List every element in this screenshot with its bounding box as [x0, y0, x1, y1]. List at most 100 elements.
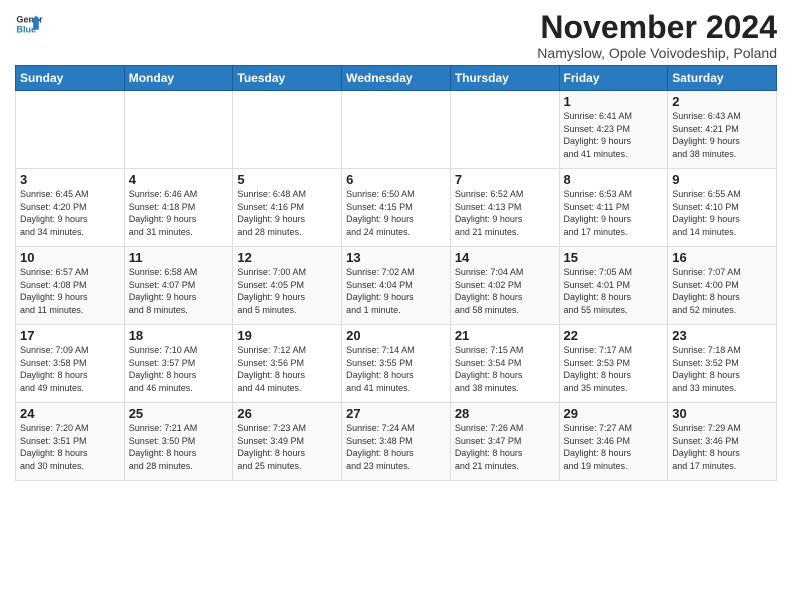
- day-info: Sunrise: 7:04 AM Sunset: 4:02 PM Dayligh…: [455, 266, 555, 316]
- day-info: Sunrise: 6:55 AM Sunset: 4:10 PM Dayligh…: [672, 188, 772, 238]
- day-cell: 22Sunrise: 7:17 AM Sunset: 3:53 PM Dayli…: [559, 325, 668, 403]
- day-cell: 8Sunrise: 6:53 AM Sunset: 4:11 PM Daylig…: [559, 169, 668, 247]
- col-header-monday: Monday: [124, 66, 233, 91]
- day-info: Sunrise: 7:07 AM Sunset: 4:00 PM Dayligh…: [672, 266, 772, 316]
- day-cell: 3Sunrise: 6:45 AM Sunset: 4:20 PM Daylig…: [16, 169, 125, 247]
- day-info: Sunrise: 6:41 AM Sunset: 4:23 PM Dayligh…: [564, 110, 664, 160]
- col-header-friday: Friday: [559, 66, 668, 91]
- week-row-1: 3Sunrise: 6:45 AM Sunset: 4:20 PM Daylig…: [16, 169, 777, 247]
- day-number: 14: [455, 250, 555, 265]
- day-number: 10: [20, 250, 120, 265]
- calendar-table: SundayMondayTuesdayWednesdayThursdayFrid…: [15, 65, 777, 481]
- day-cell: 5Sunrise: 6:48 AM Sunset: 4:16 PM Daylig…: [233, 169, 342, 247]
- day-cell: 23Sunrise: 7:18 AM Sunset: 3:52 PM Dayli…: [668, 325, 777, 403]
- day-cell: 6Sunrise: 6:50 AM Sunset: 4:15 PM Daylig…: [342, 169, 451, 247]
- day-cell: 25Sunrise: 7:21 AM Sunset: 3:50 PM Dayli…: [124, 403, 233, 481]
- week-row-0: 1Sunrise: 6:41 AM Sunset: 4:23 PM Daylig…: [16, 91, 777, 169]
- day-cell: 20Sunrise: 7:14 AM Sunset: 3:55 PM Dayli…: [342, 325, 451, 403]
- day-cell: 18Sunrise: 7:10 AM Sunset: 3:57 PM Dayli…: [124, 325, 233, 403]
- day-number: 18: [129, 328, 229, 343]
- day-info: Sunrise: 7:18 AM Sunset: 3:52 PM Dayligh…: [672, 344, 772, 394]
- day-number: 28: [455, 406, 555, 421]
- day-info: Sunrise: 7:23 AM Sunset: 3:49 PM Dayligh…: [237, 422, 337, 472]
- day-info: Sunrise: 7:15 AM Sunset: 3:54 PM Dayligh…: [455, 344, 555, 394]
- day-number: 4: [129, 172, 229, 187]
- day-number: 13: [346, 250, 446, 265]
- day-cell: 24Sunrise: 7:20 AM Sunset: 3:51 PM Dayli…: [16, 403, 125, 481]
- day-number: 12: [237, 250, 337, 265]
- day-info: Sunrise: 6:52 AM Sunset: 4:13 PM Dayligh…: [455, 188, 555, 238]
- day-number: 17: [20, 328, 120, 343]
- page-container: General Blue November 2024 Namyslow, Opo…: [0, 0, 792, 486]
- day-number: 7: [455, 172, 555, 187]
- day-number: 2: [672, 94, 772, 109]
- day-cell: [450, 91, 559, 169]
- day-number: 5: [237, 172, 337, 187]
- day-number: 24: [20, 406, 120, 421]
- day-cell: 10Sunrise: 6:57 AM Sunset: 4:08 PM Dayli…: [16, 247, 125, 325]
- day-info: Sunrise: 7:21 AM Sunset: 3:50 PM Dayligh…: [129, 422, 229, 472]
- day-number: 29: [564, 406, 664, 421]
- day-cell: 14Sunrise: 7:04 AM Sunset: 4:02 PM Dayli…: [450, 247, 559, 325]
- day-info: Sunrise: 6:53 AM Sunset: 4:11 PM Dayligh…: [564, 188, 664, 238]
- week-row-2: 10Sunrise: 6:57 AM Sunset: 4:08 PM Dayli…: [16, 247, 777, 325]
- day-info: Sunrise: 7:17 AM Sunset: 3:53 PM Dayligh…: [564, 344, 664, 394]
- day-number: 19: [237, 328, 337, 343]
- col-header-saturday: Saturday: [668, 66, 777, 91]
- day-cell: 17Sunrise: 7:09 AM Sunset: 3:58 PM Dayli…: [16, 325, 125, 403]
- day-info: Sunrise: 6:46 AM Sunset: 4:18 PM Dayligh…: [129, 188, 229, 238]
- day-number: 30: [672, 406, 772, 421]
- day-number: 16: [672, 250, 772, 265]
- day-cell: 9Sunrise: 6:55 AM Sunset: 4:10 PM Daylig…: [668, 169, 777, 247]
- day-info: Sunrise: 7:27 AM Sunset: 3:46 PM Dayligh…: [564, 422, 664, 472]
- logo-icon: General Blue: [15, 10, 43, 38]
- day-info: Sunrise: 7:26 AM Sunset: 3:47 PM Dayligh…: [455, 422, 555, 472]
- day-cell: 4Sunrise: 6:46 AM Sunset: 4:18 PM Daylig…: [124, 169, 233, 247]
- calendar-header: SundayMondayTuesdayWednesdayThursdayFrid…: [16, 66, 777, 91]
- day-number: 6: [346, 172, 446, 187]
- day-number: 8: [564, 172, 664, 187]
- day-cell: 13Sunrise: 7:02 AM Sunset: 4:04 PM Dayli…: [342, 247, 451, 325]
- col-header-tuesday: Tuesday: [233, 66, 342, 91]
- week-row-4: 24Sunrise: 7:20 AM Sunset: 3:51 PM Dayli…: [16, 403, 777, 481]
- day-number: 15: [564, 250, 664, 265]
- day-info: Sunrise: 7:00 AM Sunset: 4:05 PM Dayligh…: [237, 266, 337, 316]
- day-number: 27: [346, 406, 446, 421]
- day-number: 3: [20, 172, 120, 187]
- day-cell: 11Sunrise: 6:58 AM Sunset: 4:07 PM Dayli…: [124, 247, 233, 325]
- day-info: Sunrise: 7:24 AM Sunset: 3:48 PM Dayligh…: [346, 422, 446, 472]
- day-info: Sunrise: 6:50 AM Sunset: 4:15 PM Dayligh…: [346, 188, 446, 238]
- day-info: Sunrise: 6:57 AM Sunset: 4:08 PM Dayligh…: [20, 266, 120, 316]
- day-cell: 21Sunrise: 7:15 AM Sunset: 3:54 PM Dayli…: [450, 325, 559, 403]
- title-block: November 2024 Namyslow, Opole Voivodeshi…: [537, 10, 777, 61]
- day-number: 26: [237, 406, 337, 421]
- day-cell: 28Sunrise: 7:26 AM Sunset: 3:47 PM Dayli…: [450, 403, 559, 481]
- day-number: 21: [455, 328, 555, 343]
- day-cell: 16Sunrise: 7:07 AM Sunset: 4:00 PM Dayli…: [668, 247, 777, 325]
- day-info: Sunrise: 7:05 AM Sunset: 4:01 PM Dayligh…: [564, 266, 664, 316]
- day-number: 22: [564, 328, 664, 343]
- day-cell: 29Sunrise: 7:27 AM Sunset: 3:46 PM Dayli…: [559, 403, 668, 481]
- col-header-thursday: Thursday: [450, 66, 559, 91]
- day-info: Sunrise: 6:58 AM Sunset: 4:07 PM Dayligh…: [129, 266, 229, 316]
- day-info: Sunrise: 7:09 AM Sunset: 3:58 PM Dayligh…: [20, 344, 120, 394]
- day-cell: 2Sunrise: 6:43 AM Sunset: 4:21 PM Daylig…: [668, 91, 777, 169]
- day-cell: 30Sunrise: 7:29 AM Sunset: 3:46 PM Dayli…: [668, 403, 777, 481]
- day-cell: 12Sunrise: 7:00 AM Sunset: 4:05 PM Dayli…: [233, 247, 342, 325]
- day-cell: [342, 91, 451, 169]
- day-info: Sunrise: 7:10 AM Sunset: 3:57 PM Dayligh…: [129, 344, 229, 394]
- day-cell: 27Sunrise: 7:24 AM Sunset: 3:48 PM Dayli…: [342, 403, 451, 481]
- day-info: Sunrise: 7:12 AM Sunset: 3:56 PM Dayligh…: [237, 344, 337, 394]
- month-title: November 2024: [537, 10, 777, 45]
- day-cell: [233, 91, 342, 169]
- col-header-wednesday: Wednesday: [342, 66, 451, 91]
- header-row: SundayMondayTuesdayWednesdayThursdayFrid…: [16, 66, 777, 91]
- calendar-body: 1Sunrise: 6:41 AM Sunset: 4:23 PM Daylig…: [16, 91, 777, 481]
- day-cell: 15Sunrise: 7:05 AM Sunset: 4:01 PM Dayli…: [559, 247, 668, 325]
- day-number: 25: [129, 406, 229, 421]
- day-cell: 7Sunrise: 6:52 AM Sunset: 4:13 PM Daylig…: [450, 169, 559, 247]
- day-number: 23: [672, 328, 772, 343]
- day-number: 1: [564, 94, 664, 109]
- day-number: 11: [129, 250, 229, 265]
- day-info: Sunrise: 6:43 AM Sunset: 4:21 PM Dayligh…: [672, 110, 772, 160]
